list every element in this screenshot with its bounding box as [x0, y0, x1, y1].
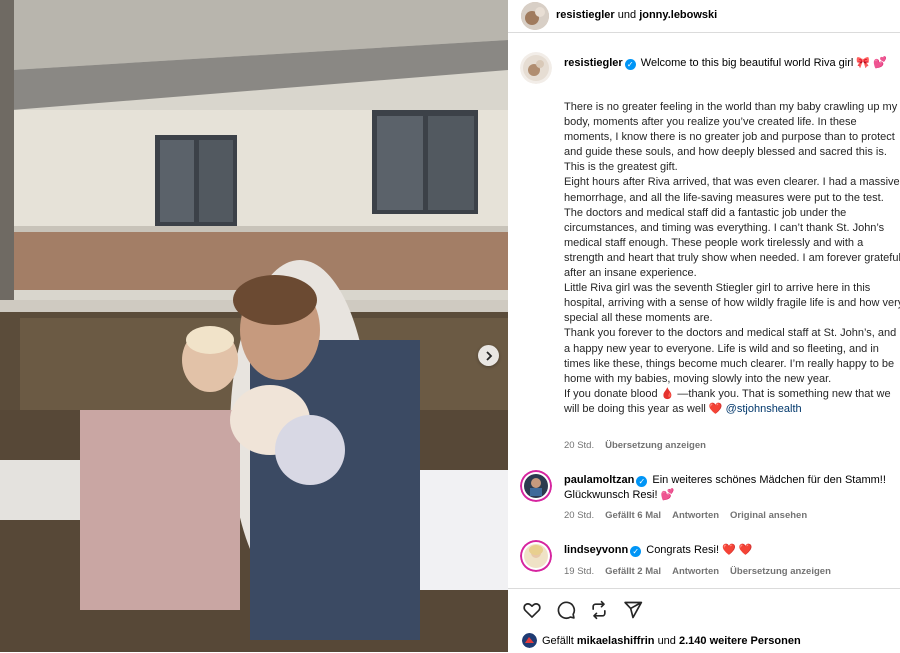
author-username[interactable]: resistiegler [556, 9, 615, 21]
avatar[interactable] [521, 2, 549, 30]
likes-prefix: Gefällt [542, 635, 574, 647]
mention-link[interactable]: @stjohnshealth [726, 403, 802, 415]
caption-paragraph: Little Riva girl was the seventh Stiegle… [564, 282, 900, 325]
see-translation-button[interactable]: Übersetzung anzeigen [730, 566, 831, 577]
next-image-button[interactable] [478, 345, 499, 366]
liker-username[interactable]: mikaelashiffrin [577, 635, 655, 647]
chevron-right-icon [485, 350, 493, 361]
see-original-button[interactable]: Original ansehen [730, 510, 807, 521]
verified-badge-icon: ✓ [624, 59, 636, 70]
caption-title-text: Welcome to this big beautiful world Riva… [640, 57, 887, 69]
caption-body: There is no greater feeling in the world… [564, 100, 900, 417]
comment-username[interactable]: paulamoltzan [564, 474, 634, 486]
comment-icon[interactable] [556, 600, 576, 620]
comment-avatar[interactable] [520, 470, 552, 502]
comment-meta: 20 Std. Gefällt 6 Mal Antworten Original an… [564, 510, 818, 521]
caption-time: 20 Std. [564, 440, 595, 451]
likes-summary: Gefällt mikaelashiffrin und 2.140 weiter… [542, 635, 801, 647]
comment-username[interactable]: lindseyvonn [564, 544, 628, 556]
comment-time: 19 Std. [564, 566, 595, 577]
comment-meta: 19 Std. Gefällt 2 Mal Antworten Übersetzung… [564, 566, 842, 577]
likes-joiner: und [657, 635, 676, 647]
post-header: resistiegler und jonny.lebowski [508, 0, 900, 33]
verified-badge-icon: ✓ [630, 546, 642, 557]
caption-avatar[interactable] [520, 52, 552, 84]
post-side-panel: resistiegler und jonny.lebowski resistie… [508, 0, 900, 652]
comment-time: 20 Std. [564, 510, 595, 521]
caption-meta: 20 Std. Übersetzung anzeigen [564, 440, 717, 451]
caption-paragraph: If you donate blood 🩸 —thank you. That i… [564, 387, 900, 417]
action-bar: Gefällt mikaelashiffrin und 2.140 weiter… [508, 588, 900, 653]
caption-paragraph: Eight hours after Riva arrived, that was… [564, 176, 900, 280]
comment-avatar[interactable] [520, 540, 552, 572]
authors-joiner: und [617, 9, 637, 21]
comment-item: paulamoltzan ✓ Ein weiteres schönes Mädch… [564, 473, 900, 503]
caption-first-line: resistiegler ✓ Welcome to this big beauti… [564, 56, 900, 71]
comment-text: Congrats Resi! ❤️ ❤️ [646, 544, 753, 556]
comment-likes[interactable]: Gefällt 6 Mal [605, 510, 661, 521]
post-photo[interactable] [0, 0, 508, 652]
heart-icon[interactable] [522, 600, 542, 620]
coauthor-username[interactable]: jonny.lebowski [639, 9, 717, 21]
reply-button[interactable]: Antworten [672, 510, 719, 521]
send-icon[interactable] [623, 600, 643, 620]
reply-button[interactable]: Antworten [672, 566, 719, 577]
caption-paragraph: Thank you forever to the doctors and med… [564, 327, 897, 385]
comment-item: lindseyvonn ✓ Congrats Resi! ❤️ ❤️ [564, 543, 900, 558]
verified-badge-icon: ✓ [636, 476, 648, 487]
liker-avatar[interactable] [522, 633, 537, 648]
others-likes-link[interactable]: 2.140 weitere Personen [679, 635, 801, 647]
caption-username[interactable]: resistiegler [564, 57, 623, 69]
header-authors: resistiegler und jonny.lebowski [556, 9, 717, 21]
comment-likes[interactable]: Gefällt 2 Mal [605, 566, 661, 577]
caption-paragraph: There is no greater feeling in the world… [564, 101, 898, 174]
see-translation-button[interactable]: Übersetzung anzeigen [605, 440, 706, 451]
share-icon[interactable] [589, 600, 609, 620]
